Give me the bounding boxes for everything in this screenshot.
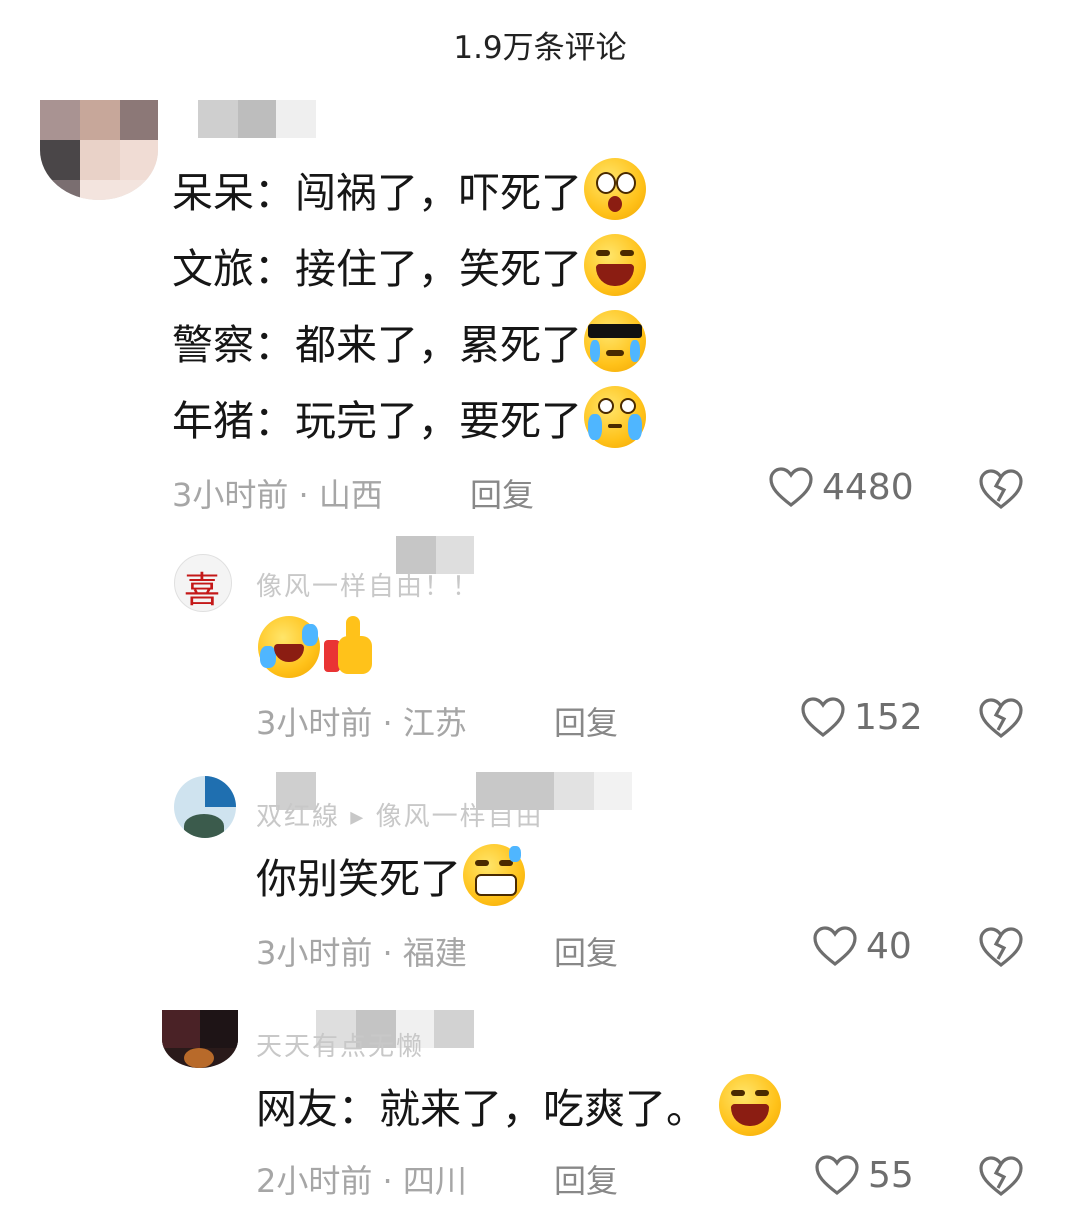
comment-location: 四川	[402, 1162, 467, 1200]
heart-icon	[813, 926, 857, 967]
like-button[interactable]: 152	[800, 696, 923, 738]
username-redacted	[198, 100, 316, 138]
like-count: 152	[854, 696, 923, 738]
like-count: 55	[868, 1154, 914, 1196]
heart-icon	[815, 1155, 859, 1196]
comment-count-title: 1.9万条评论	[453, 30, 627, 66]
line-text: 闯祸了，吓死了	[295, 169, 582, 217]
comment-line: 文旅： 接住了，笑死了	[172, 234, 646, 296]
avatar[interactable]	[174, 776, 236, 838]
comment-meta: 3小时前 · 山西	[172, 476, 383, 514]
username[interactable]: 双红線 ▸ 像风一样自由	[256, 796, 544, 833]
broken-heart-icon[interactable]	[978, 926, 1024, 968]
speaker-label: 呆呆：	[172, 169, 295, 217]
line-text: 接住了，笑死了	[295, 245, 582, 293]
reply-button[interactable]: 回复	[554, 1156, 618, 1202]
comment-time: 3小时前	[172, 476, 289, 514]
broken-heart-icon[interactable]	[978, 1155, 1024, 1197]
comment-time: 2小时前	[256, 1162, 373, 1200]
grinning-sweat-emoji-icon	[463, 844, 525, 906]
comment-location: 江苏	[402, 704, 467, 742]
heartbroken-crying-emoji-icon	[584, 386, 646, 448]
reply-button[interactable]: 回复	[554, 698, 618, 744]
like-count: 4480	[822, 466, 914, 508]
heart-icon	[801, 697, 845, 738]
speaker-label: 警察：	[172, 321, 295, 369]
sunglasses-crying-emoji-icon	[584, 310, 646, 372]
thumbs-up-icon	[320, 616, 376, 678]
laughing-emoji-icon	[584, 234, 646, 296]
avatar[interactable]	[162, 1010, 238, 1068]
comment-location: 山西	[318, 476, 383, 514]
comment-line: 你别笑死了	[256, 844, 525, 906]
username[interactable]: 像风一样自由！！	[256, 566, 480, 603]
comment-time: 3小时前	[256, 934, 373, 972]
like-button[interactable]: 4480	[768, 466, 914, 508]
reply-button[interactable]: 回复	[470, 470, 534, 516]
like-button[interactable]: 55	[814, 1154, 914, 1196]
comment-line: 警察： 都来了，累死了	[172, 310, 646, 372]
like-button[interactable]: 40	[812, 925, 912, 967]
comment-line: 年猪： 玩完了，要死了	[172, 386, 646, 448]
line-text: 玩完了，要死了	[295, 397, 582, 445]
like-count: 40	[866, 925, 912, 967]
avatar[interactable]: 喜	[174, 554, 232, 612]
speaker-label: 文旅：	[172, 245, 295, 293]
comment-line: 呆呆： 闯祸了，吓死了	[172, 158, 646, 220]
comment-location: 福建	[402, 934, 467, 972]
rolling-laughing-emoji-icon	[258, 616, 320, 678]
comment-line: 网友：就来了，吃爽了。	[256, 1074, 781, 1136]
comment-meta: 3小时前 · 福建	[256, 934, 467, 972]
comment-meta: 3小时前 · 江苏	[256, 704, 467, 742]
laughing-emoji-icon	[719, 1074, 781, 1136]
reply-button[interactable]: 回复	[554, 928, 618, 974]
comment-text: 你别笑死了	[256, 855, 461, 903]
line-text: 都来了，累死了	[295, 321, 582, 369]
comment-meta: 2小时前 · 四川	[256, 1162, 467, 1200]
comment-text: 网友：就来了，吃爽了。	[256, 1085, 707, 1133]
speaker-label: 年猪：	[172, 397, 295, 445]
heart-icon	[769, 467, 813, 508]
username[interactable]: 天天有点无懒	[256, 1026, 424, 1063]
avatar[interactable]	[40, 100, 158, 200]
comment-time: 3小时前	[256, 704, 373, 742]
comment-line	[256, 616, 376, 678]
broken-heart-icon[interactable]	[978, 697, 1024, 739]
broken-heart-icon[interactable]	[978, 468, 1024, 510]
shocked-emoji-icon	[584, 158, 646, 220]
avatar-character: 喜	[184, 570, 221, 611]
